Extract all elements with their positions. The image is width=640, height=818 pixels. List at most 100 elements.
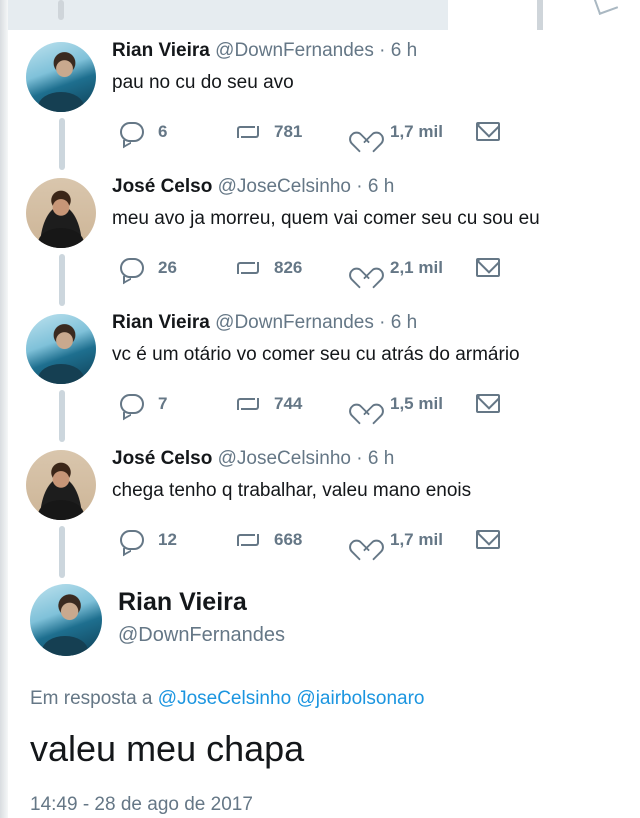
author-handle[interactable]: @JoseCelsinho bbox=[218, 448, 351, 469]
tweet-thread-card: Rian Vieira @DownFernandes · 6 h pau no … bbox=[8, 30, 640, 818]
reply-button[interactable]: 7 bbox=[120, 394, 167, 414]
like-button[interactable]: 1,7 mil bbox=[354, 122, 443, 142]
like-count: 1,5 mil bbox=[390, 394, 443, 413]
tweet-actions: 26 826 2,1 mil bbox=[112, 258, 532, 282]
author-handle[interactable]: @DownFernandes bbox=[215, 312, 374, 333]
avatar[interactable] bbox=[26, 42, 96, 112]
retweet-button[interactable]: 744 bbox=[234, 394, 302, 414]
direct-message-button[interactable] bbox=[476, 122, 514, 141]
reply-icon bbox=[120, 394, 144, 414]
retweet-count: 826 bbox=[274, 258, 303, 277]
separator-dot: · bbox=[356, 176, 363, 197]
author-name[interactable]: José Celso bbox=[112, 176, 212, 197]
reply-button[interactable]: 26 bbox=[120, 258, 177, 278]
reply-button[interactable]: 6 bbox=[120, 122, 167, 142]
mail-icon bbox=[476, 394, 500, 413]
tweet-header: José Celso @JoseCelsinho · 6 h bbox=[112, 448, 394, 470]
separator-dot: · bbox=[379, 40, 386, 61]
like-count: 1,7 mil bbox=[390, 530, 443, 549]
direct-message-button[interactable] bbox=[476, 394, 514, 413]
thread-tweet[interactable]: Rian Vieira @DownFernandes · 6 h vc é um… bbox=[8, 302, 640, 442]
author-name[interactable]: José Celso bbox=[112, 448, 212, 469]
tweet-header: José Celso @JoseCelsinho · 6 h bbox=[112, 176, 394, 198]
background-panel bbox=[0, 0, 448, 30]
like-button[interactable]: 1,5 mil bbox=[354, 394, 443, 414]
mail-icon bbox=[476, 530, 500, 549]
like-button[interactable]: 1,7 mil bbox=[354, 530, 443, 550]
tweet-actions: 6 781 1,7 mil bbox=[112, 122, 532, 146]
author-name[interactable]: Rian Vieira bbox=[112, 40, 210, 61]
thread-tweet[interactable]: José Celso @JoseCelsinho · 6 h meu avo j… bbox=[8, 166, 640, 306]
tweet-time[interactable]: 6 h bbox=[368, 448, 394, 469]
author-handle[interactable]: @DownFernandes bbox=[118, 624, 285, 647]
retweet-button[interactable]: 826 bbox=[234, 258, 302, 278]
mention-link[interactable]: @jairbolsonaro bbox=[296, 688, 424, 709]
tweet-time[interactable]: 6 h bbox=[391, 312, 417, 333]
retweet-icon bbox=[234, 395, 260, 413]
separator-dot: · bbox=[379, 312, 386, 333]
thread-tweet[interactable]: Rian Vieira @DownFernandes · 6 h pau no … bbox=[8, 30, 640, 170]
avatar[interactable] bbox=[30, 584, 102, 656]
replying-to: Em resposta a @JoseCelsinho @jairbolsona… bbox=[30, 688, 425, 710]
thread-connector-line bbox=[59, 526, 65, 578]
retweet-button[interactable]: 781 bbox=[234, 122, 302, 142]
left-shadow bbox=[0, 0, 8, 818]
replying-prefix: Em resposta a bbox=[30, 688, 153, 709]
heart-icon bbox=[354, 530, 376, 550]
retweet-button[interactable]: 668 bbox=[234, 530, 302, 550]
avatar[interactable] bbox=[26, 178, 96, 248]
tweet-text: chega tenho q trabalhar, valeu mano enoi… bbox=[112, 480, 472, 501]
tweet-text: vc é um otário vo comer seu cu atrás do … bbox=[112, 344, 520, 365]
tweet-actions: 12 668 1,7 mil bbox=[112, 530, 532, 554]
heart-icon bbox=[354, 122, 376, 142]
retweet-icon bbox=[234, 531, 260, 549]
reply-icon bbox=[120, 530, 144, 550]
retweet-icon bbox=[234, 123, 260, 141]
tweet-text: meu avo ja morreu, quem vai comer seu cu… bbox=[112, 208, 540, 229]
avatar[interactable] bbox=[26, 314, 96, 384]
like-button[interactable]: 2,1 mil bbox=[354, 258, 443, 278]
author-name[interactable]: Rian Vieira bbox=[118, 588, 247, 617]
thread-line-fragment bbox=[58, 0, 64, 20]
retweet-icon bbox=[234, 259, 260, 277]
reply-count: 26 bbox=[158, 258, 177, 277]
avatar[interactable] bbox=[26, 450, 96, 520]
reply-button[interactable]: 12 bbox=[120, 530, 177, 550]
reply-count: 12 bbox=[158, 530, 177, 549]
tweet-header: Rian Vieira @DownFernandes · 6 h bbox=[112, 312, 417, 334]
heart-icon bbox=[354, 258, 376, 278]
thread-connector-line bbox=[59, 390, 65, 442]
direct-message-button[interactable] bbox=[476, 530, 514, 549]
reply-icon bbox=[120, 258, 144, 278]
retweet-count: 744 bbox=[274, 394, 303, 413]
thread-connector-line bbox=[59, 254, 65, 306]
thread-line-fragment bbox=[537, 0, 543, 30]
tweet-time[interactable]: 6 h bbox=[391, 40, 417, 61]
like-count: 1,7 mil bbox=[390, 122, 443, 141]
mail-icon bbox=[476, 258, 500, 277]
reply-count: 7 bbox=[158, 394, 168, 413]
partial-icon bbox=[593, 0, 619, 15]
tweet-header: Rian Vieira @DownFernandes · 6 h bbox=[112, 40, 417, 62]
direct-message-button[interactable] bbox=[476, 258, 514, 277]
like-count: 2,1 mil bbox=[390, 258, 443, 277]
author-handle[interactable]: @JoseCelsinho bbox=[218, 176, 351, 197]
author-name[interactable]: Rian Vieira bbox=[112, 312, 210, 333]
separator-dot: · bbox=[356, 448, 363, 469]
thread-tweet[interactable]: José Celso @JoseCelsinho · 6 h chega ten… bbox=[8, 438, 640, 578]
retweet-count: 781 bbox=[274, 122, 303, 141]
mention-link[interactable]: @JoseCelsinho bbox=[158, 688, 291, 709]
reply-icon bbox=[120, 122, 144, 142]
retweet-count: 668 bbox=[274, 530, 303, 549]
reply-count: 6 bbox=[158, 122, 168, 141]
author-handle[interactable]: @DownFernandes bbox=[215, 40, 374, 61]
heart-icon bbox=[354, 394, 376, 414]
tweet-text: valeu meu chapa bbox=[30, 728, 305, 769]
thread-connector-line bbox=[59, 118, 65, 170]
tweet-actions: 7 744 1,5 mil bbox=[112, 394, 532, 418]
mail-icon bbox=[476, 122, 500, 141]
background-strip bbox=[0, 0, 640, 818]
tweet-text: pau no cu do seu avo bbox=[112, 72, 294, 93]
tweet-timestamp[interactable]: 14:49 - 28 de ago de 2017 bbox=[30, 794, 253, 816]
tweet-time[interactable]: 6 h bbox=[368, 176, 394, 197]
